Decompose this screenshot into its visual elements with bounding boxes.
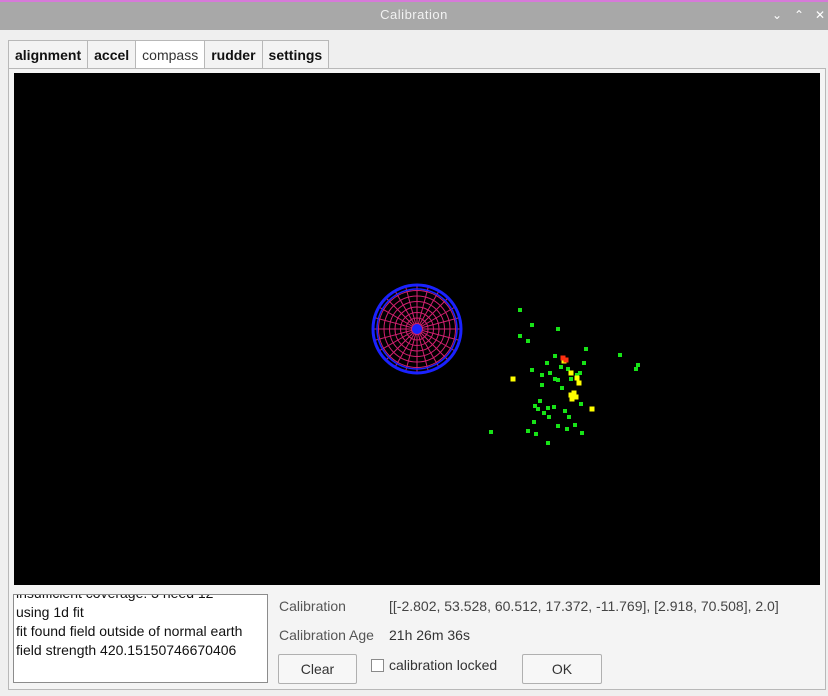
point-green (556, 424, 560, 428)
calibration-locked-checkbox[interactable] (371, 659, 384, 672)
log-line: using 1d fit (16, 604, 84, 620)
point-green (560, 386, 564, 390)
point-green (565, 427, 569, 431)
point-green (534, 432, 538, 436)
tab-compass[interactable]: compass (135, 40, 206, 69)
point-green (567, 415, 571, 419)
point-green (582, 361, 586, 365)
tab-bar: alignment accel compass rudder settings (8, 40, 330, 69)
compass-plot-canvas[interactable] (14, 73, 820, 585)
point-green (548, 371, 552, 375)
tab-accel[interactable]: accel (87, 40, 137, 68)
point-green (546, 441, 550, 445)
point-green (533, 404, 537, 408)
point-green (634, 367, 638, 371)
point-green (580, 431, 584, 435)
minimize-icon[interactable]: ⌄ (769, 7, 785, 23)
point-yellow (510, 376, 516, 382)
point-green (553, 377, 557, 381)
point-green (518, 334, 522, 338)
close-icon[interactable]: ✕ (812, 7, 828, 23)
calibration-locked-label: calibration locked (389, 657, 498, 673)
point-green (573, 423, 577, 427)
point-green (542, 411, 546, 415)
calibration-age-value: 21h 26m 36s (389, 627, 470, 643)
point-yellow (568, 370, 574, 376)
point-green (559, 365, 563, 369)
point-green (636, 363, 640, 367)
calibration-label: Calibration (279, 598, 346, 614)
point-green (579, 402, 583, 406)
compass-plot (371, 283, 640, 445)
calibration-sphere (371, 283, 463, 375)
point-green (546, 406, 550, 410)
window-title: Calibration (380, 7, 448, 22)
point-red (563, 357, 569, 363)
point-green (566, 367, 570, 371)
point-green (540, 383, 544, 387)
point-green (553, 354, 557, 358)
point-green (540, 373, 544, 377)
point-green (569, 377, 573, 381)
calibration-value: [[-2.802, 53.528, 60.512, 17.372, -11.76… (389, 598, 779, 614)
log-line: field strength 420.15150746670406 (16, 642, 237, 658)
point-green (552, 405, 556, 409)
point-green (532, 420, 536, 424)
tab-rudder[interactable]: rudder (204, 40, 263, 68)
log-line: insufficient coverage: 3 need 12 (16, 595, 267, 603)
point-green (545, 361, 549, 365)
point-yellow (574, 375, 580, 381)
point-green (530, 323, 534, 327)
point-green (530, 368, 534, 372)
point-green (556, 327, 560, 331)
ok-button[interactable]: OK (522, 654, 602, 684)
tab-settings[interactable]: settings (261, 40, 330, 68)
point-green (578, 371, 582, 375)
point-yellow (589, 406, 595, 412)
log-textbox[interactable]: insufficient coverage: 3 need 12 using 1… (13, 594, 268, 683)
point-green (547, 415, 551, 419)
point-green (489, 430, 493, 434)
calibration-age-label: Calibration Age (279, 627, 374, 643)
point-yellow (573, 394, 579, 400)
measurement-points (489, 308, 640, 445)
clear-button[interactable]: Clear (278, 654, 357, 684)
point-green (526, 429, 530, 433)
point-green (563, 409, 567, 413)
point-green (526, 339, 530, 343)
point-green (584, 347, 588, 351)
point-yellow (576, 380, 582, 386)
sphere-center (412, 324, 422, 334)
title-bar: Calibration ⌄ ⌃ ✕ (0, 0, 828, 30)
tab-alignment[interactable]: alignment (8, 40, 89, 68)
point-green (538, 399, 542, 403)
maximize-icon[interactable]: ⌃ (791, 7, 807, 23)
point-green (518, 308, 522, 312)
log-line: fit found field outside of normal earth (16, 623, 243, 639)
point-green (618, 353, 622, 357)
